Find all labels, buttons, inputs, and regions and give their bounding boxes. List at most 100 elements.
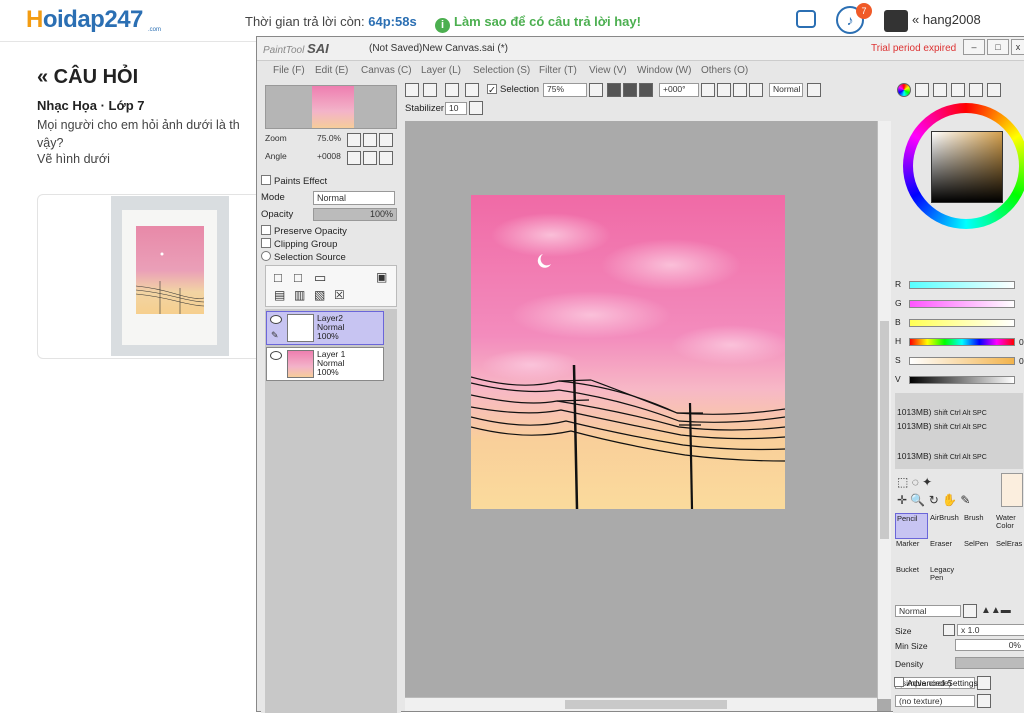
zoom-tool-icon[interactable]: 🔍	[910, 493, 925, 507]
clipping-group-checkbox[interactable]: Clipping Group	[261, 238, 337, 250]
layer-mask-icon[interactable]: ▣	[376, 270, 387, 284]
layer-row[interactable]: Layer 1 Normal 100%	[266, 347, 384, 381]
brush-blend-dropdown[interactable]	[963, 604, 977, 618]
move-icon[interactable]: ✛	[897, 493, 907, 507]
flip-icon[interactable]	[807, 83, 821, 97]
scroll-thumb[interactable]	[880, 321, 889, 539]
avatar[interactable]	[884, 10, 908, 32]
zoom-out-icon[interactable]	[607, 83, 621, 97]
saturation-value-box[interactable]	[931, 131, 1003, 203]
r-bar[interactable]	[909, 281, 1015, 289]
close-button[interactable]: x	[1011, 39, 1024, 55]
advanced-settings-toggle[interactable]: Advanced Settings	[894, 677, 978, 688]
current-color-swatch[interactable]	[1001, 473, 1023, 507]
rgb-slider-tab-icon[interactable]	[915, 83, 929, 97]
navigator-preview[interactable]	[265, 85, 397, 129]
scratch-row[interactable]: 1013MB) Shift Ctrl Alt SPC	[897, 407, 987, 417]
swatches-tab-icon[interactable]	[951, 83, 965, 97]
stabilizer-dropdown-button[interactable]	[469, 101, 483, 115]
brush-blend-select[interactable]: Normal	[895, 605, 961, 617]
user-menu[interactable]: « hang2008	[912, 12, 981, 27]
artwork-canvas[interactable]	[471, 195, 785, 509]
new-layer-icon[interactable]: □	[274, 270, 282, 285]
menu-canvas[interactable]: Canvas (C)	[361, 65, 412, 76]
new-linework-layer-icon[interactable]: □	[294, 270, 302, 285]
zoom-in-icon[interactable]	[623, 83, 637, 97]
rotate-right-button[interactable]	[363, 151, 377, 165]
opacity-slider[interactable]: 100%	[313, 208, 397, 221]
brush-tip-shapes[interactable]: ▲▲▬	[981, 605, 1011, 616]
rotate-left-button[interactable]	[347, 151, 361, 165]
paints-effect-toggle[interactable]: Paints Effect	[261, 175, 327, 187]
min-size-slider[interactable]: 0%	[955, 639, 1024, 651]
scratchpad-tab-icon[interactable]	[969, 83, 983, 97]
zoom-select[interactable]: 75%	[543, 83, 587, 97]
rotate-reset-button[interactable]	[379, 151, 393, 165]
eraser-tool[interactable]: Eraser	[929, 539, 962, 565]
hsv-slider-tab-icon[interactable]	[933, 83, 947, 97]
undo-button[interactable]	[405, 83, 419, 97]
stabilizer-select[interactable]: 10	[445, 102, 467, 115]
legacy-pen-tool[interactable]: Legacy Pen	[929, 565, 962, 591]
blend-mode-select[interactable]: Normal	[313, 191, 395, 205]
menu-filter[interactable]: Filter (T)	[539, 65, 577, 76]
menu-selection[interactable]: Selection (S)	[473, 65, 530, 76]
hand-tool-icon[interactable]: ✋	[942, 493, 957, 507]
canvas-blend-select[interactable]: Normal	[769, 83, 803, 97]
size-mult-dropdown[interactable]	[943, 624, 955, 636]
blue-slider[interactable]: B	[895, 317, 1015, 329]
invert-selection-button[interactable]	[465, 83, 479, 97]
saturation-slider[interactable]: S0	[895, 355, 1024, 367]
brush-texture-select[interactable]: (no texture)	[895, 695, 975, 707]
scratch-row[interactable]: 1013MB) Shift Ctrl Alt SPC	[897, 451, 987, 461]
green-slider[interactable]: G	[895, 298, 1015, 310]
minimize-button[interactable]: –	[963, 39, 985, 55]
menu-window[interactable]: Window (W)	[637, 65, 691, 76]
rotate-right-icon[interactable]	[733, 83, 747, 97]
site-logo[interactable]: Hoidap247	[26, 6, 143, 34]
maximize-button[interactable]: □	[987, 39, 1009, 55]
user-swatch-tab-icon[interactable]	[987, 83, 1001, 97]
menu-file[interactable]: File (F)	[273, 65, 305, 76]
airbrush-tool[interactable]: AirBrush	[929, 513, 962, 539]
delete-layer-icon[interactable]: ☒	[334, 288, 345, 302]
rotate-tool-icon[interactable]: ↻	[929, 493, 939, 507]
selection-source-radio[interactable]: Selection Source	[261, 251, 346, 263]
horizontal-scrollbar[interactable]	[405, 697, 877, 711]
menu-others[interactable]: Others (O)	[701, 65, 748, 76]
size-mult[interactable]: x 1.0	[957, 624, 1024, 636]
lasso-icon[interactable]: ◌	[912, 475, 919, 489]
preserve-opacity-checkbox[interactable]: Preserve Opacity	[261, 225, 347, 237]
seleras-tool[interactable]: SelEras	[995, 539, 1024, 565]
angle-dropdown-button[interactable]	[701, 83, 715, 97]
zoom-in-button[interactable]	[363, 133, 377, 147]
transfer-down-icon[interactable]: ▤	[274, 288, 285, 302]
magic-wand-icon[interactable]: ✦	[922, 475, 932, 489]
menu-layer[interactable]: Layer (L)	[421, 65, 461, 76]
pencil-tool[interactable]: Pencil	[895, 513, 928, 539]
new-folder-icon[interactable]: ▭	[314, 270, 326, 286]
canvas-area[interactable]	[405, 121, 891, 711]
scroll-thumb[interactable]	[565, 700, 727, 709]
scratch-row[interactable]: 1013MB) Shift Ctrl Alt SPC	[897, 421, 987, 431]
bucket-tool[interactable]: Bucket	[895, 565, 928, 591]
redo-button[interactable]	[423, 83, 437, 97]
zoom-fit-icon[interactable]	[639, 83, 653, 97]
selpen-tool[interactable]: SelPen	[963, 539, 996, 565]
menu-view[interactable]: View (V)	[589, 65, 627, 76]
visibility-eye-icon[interactable]	[270, 351, 282, 360]
zoom-out-button[interactable]	[347, 133, 361, 147]
marker-tool[interactable]: Marker	[895, 539, 928, 565]
color-wheel-tab-icon[interactable]	[897, 83, 911, 97]
brush-tool[interactable]: Brush	[963, 513, 996, 539]
rect-select-icon[interactable]: ⬚	[897, 475, 908, 489]
zoom-dropdown-button[interactable]	[589, 83, 603, 97]
value-slider[interactable]: V	[895, 374, 1015, 386]
answer-tip-link[interactable]: i Làm sao để có câu trả lời hay!	[435, 14, 641, 33]
layer-row[interactable]: ✎ Layer2 Normal 100%	[266, 311, 384, 345]
rotate-left-icon[interactable]	[717, 83, 731, 97]
chat-icon[interactable]	[796, 10, 816, 28]
hue-slider[interactable]: H0	[895, 336, 1024, 348]
vertical-scrollbar[interactable]	[877, 121, 891, 699]
rotate-reset-icon[interactable]	[749, 83, 763, 97]
